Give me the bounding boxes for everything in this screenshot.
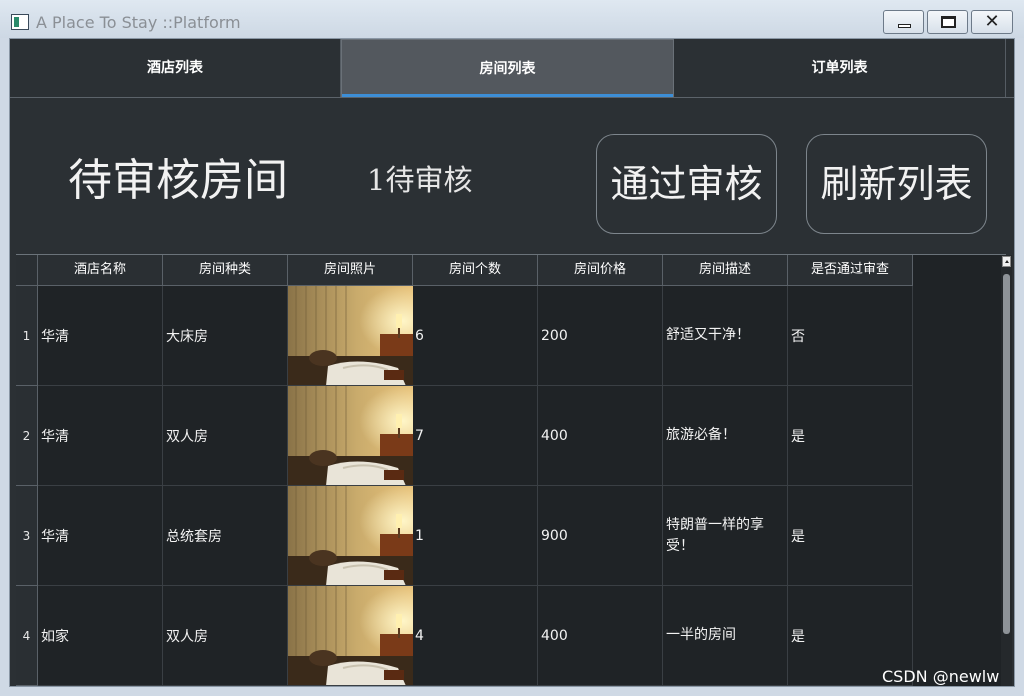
cell-count[interactable]: 6	[413, 286, 538, 386]
column-header-price[interactable]: 房间价格	[538, 255, 663, 286]
column-header-photo[interactable]: 房间照片	[288, 255, 413, 286]
vertical-scrollbar[interactable]	[1001, 255, 1012, 686]
minimize-icon	[884, 11, 923, 33]
client-area: 酒店列表 房间列表 订单列表 待审核房间 1待审核 通过审核 刷新列表 酒店名称…	[9, 38, 1015, 687]
tab-order-list[interactable]: 订单列表	[674, 39, 1006, 97]
room-photo[interactable]	[288, 386, 413, 486]
cell-room-type[interactable]: 双人房	[163, 586, 288, 686]
cell-description[interactable]: 一半的房间	[663, 586, 788, 686]
refresh-button[interactable]: 刷新列表	[806, 134, 987, 234]
tab-bar: 酒店列表 房间列表 订单列表	[10, 39, 1014, 98]
cell-hotel[interactable]: 如家	[38, 586, 163, 686]
cell-room-type[interactable]: 总统套房	[163, 486, 288, 586]
cell-hotel[interactable]: 华清	[38, 486, 163, 586]
cell-room-type[interactable]: 双人房	[163, 386, 288, 486]
scrollbar-thumb[interactable]	[1003, 274, 1010, 634]
cell-room-type[interactable]: 大床房	[163, 286, 288, 386]
watermark: CSDN @newlw	[882, 667, 1000, 686]
tab-room-list[interactable]: 房间列表	[341, 39, 674, 97]
row-number[interactable]: 1	[16, 286, 38, 386]
close-icon: ✕	[984, 11, 1000, 32]
cell-approved[interactable]: 是	[788, 486, 913, 586]
table-row[interactable]: 4 如家 双人房 4 400 一半的房间 是	[16, 586, 913, 686]
table-row[interactable]: 3 华清 总统套房 1 900 特朗普一样的享受！ 是	[16, 486, 913, 586]
table-row[interactable]: 2 华清 双人房 7 400 旅游必备！ 是	[16, 386, 913, 486]
room-photo[interactable]	[288, 586, 413, 686]
table-row[interactable]: 1 华清 大床房 6 200 舒适又干净！ 否	[16, 286, 913, 386]
column-header-room-type[interactable]: 房间种类	[163, 255, 288, 286]
cell-count[interactable]: 4	[413, 586, 538, 686]
page-title: 待审核房间	[68, 155, 288, 206]
tab-hotel-list[interactable]: 酒店列表	[10, 39, 341, 97]
pending-count: 1待审核	[367, 163, 473, 197]
cell-description[interactable]: 旅游必备！	[663, 386, 788, 486]
cell-approved[interactable]: 是	[788, 386, 913, 486]
cell-description[interactable]: 特朗普一样的享受！	[663, 486, 788, 586]
cell-count[interactable]: 7	[413, 386, 538, 486]
column-header-description[interactable]: 房间描述	[663, 255, 788, 286]
column-header-approved[interactable]: 是否通过审查	[788, 255, 913, 286]
approve-button[interactable]: 通过审核	[596, 134, 777, 234]
cell-description[interactable]: 舒适又干净！	[663, 286, 788, 386]
table-corner[interactable]	[16, 255, 38, 286]
app-icon	[11, 14, 29, 30]
room-photo[interactable]	[288, 486, 413, 586]
cell-hotel[interactable]: 华清	[38, 386, 163, 486]
minimize-button[interactable]	[883, 10, 924, 34]
close-button[interactable]: ✕	[971, 10, 1013, 34]
maximize-button[interactable]	[927, 10, 968, 34]
rooms-table: 酒店名称 房间种类 房间照片 房间个数 房间价格 房间描述 是否通过审查 1 华…	[16, 254, 1006, 686]
window-title: A Place To Stay ::Platform	[36, 13, 241, 32]
scroll-up-icon[interactable]	[1002, 256, 1011, 267]
title-bar: A Place To Stay ::Platform ✕	[0, 0, 1024, 38]
maximize-icon	[928, 11, 967, 33]
cell-count[interactable]: 1	[413, 486, 538, 586]
row-number[interactable]: 3	[16, 486, 38, 586]
room-photo[interactable]	[288, 286, 413, 386]
cell-price[interactable]: 400	[538, 586, 663, 686]
row-number[interactable]: 2	[16, 386, 38, 486]
column-header-hotel[interactable]: 酒店名称	[38, 255, 163, 286]
cell-price[interactable]: 400	[538, 386, 663, 486]
cell-price[interactable]: 900	[538, 486, 663, 586]
cell-approved[interactable]: 否	[788, 286, 913, 386]
row-number[interactable]: 4	[16, 586, 38, 686]
cell-price[interactable]: 200	[538, 286, 663, 386]
column-header-count[interactable]: 房间个数	[413, 255, 538, 286]
cell-hotel[interactable]: 华清	[38, 286, 163, 386]
